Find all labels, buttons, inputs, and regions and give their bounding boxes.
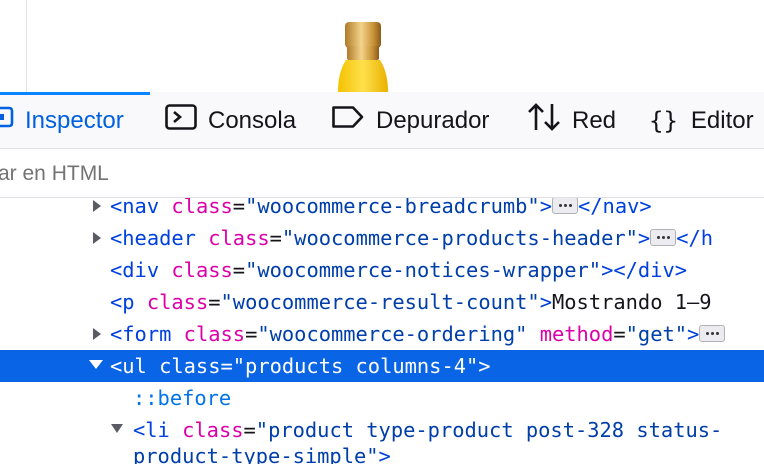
attr-value: "woocommerce-result-count" (220, 290, 540, 314)
tab-label: Editor (690, 106, 754, 134)
attr-name: class (182, 418, 244, 442)
collapsed-content-button[interactable] (650, 228, 677, 246)
selected-tab-indicator (0, 92, 150, 95)
tag-close: > (687, 322, 700, 346)
attr-eq: = (243, 418, 256, 442)
end-tag: </nav> (578, 198, 652, 218)
collapse-arrow-icon[interactable] (88, 350, 103, 382)
tag-open: < (110, 198, 123, 218)
tree-node-form[interactable]: <form class="woocommerce-ordering" metho… (0, 318, 764, 350)
tag-close: > (539, 290, 552, 314)
attr-value: "get" (625, 322, 688, 346)
tag-open: < (110, 322, 123, 346)
tab-label: Depurador (376, 106, 490, 134)
markup-tree: <nav class="woocommerce-breadcrumb"> </na… (0, 198, 764, 464)
tag-name: p (122, 290, 135, 314)
attr-value: "woocommerce-ordering" (257, 322, 528, 346)
attr-name: class (171, 258, 233, 282)
tab-red[interactable]: Red (527, 92, 616, 149)
tag-name: li (145, 418, 170, 442)
text-content: Mostrando 1–9 (551, 290, 712, 314)
tag-name: form (122, 322, 172, 346)
page-divider (26, 0, 27, 92)
tag-close: > (539, 198, 552, 218)
pseudo-element: ::before (133, 386, 232, 410)
attr-value: product-type-simple" (133, 444, 379, 464)
end-tag: </h (676, 226, 714, 250)
node-markup: <ul class="products columns-4"> (110, 354, 491, 378)
attr-eq: = (232, 258, 246, 282)
expand-arrow-icon[interactable] (92, 222, 106, 254)
attr-value: "product type-product post-328 status- (255, 418, 723, 442)
attr-eq: = (613, 322, 626, 346)
tree-node-nav[interactable]: <nav class="woocommerce-breadcrumb"> </na… (0, 198, 764, 222)
devtools-toolbar: Inspector Consola Depurador Red {} Edito… (0, 92, 764, 149)
tree-node-p[interactable]: <p class="woocommerce-result-count">Most… (0, 286, 764, 318)
tag-open: < (110, 290, 123, 314)
tag-open: < (110, 226, 123, 250)
attr-name: class (171, 198, 233, 218)
tree-node-header[interactable]: <header class="woocommerce-products-head… (0, 222, 764, 254)
tab-label: Inspector (25, 106, 124, 134)
network-icon (527, 102, 561, 139)
attr-name: class (208, 226, 270, 250)
tree-node-div[interactable]: <div class="woocommerce-notices-wrapper"… (0, 254, 764, 286)
style-editor-icon: {} (649, 106, 678, 135)
attr-eq: = (232, 198, 246, 218)
attr-eq: = (269, 226, 282, 250)
attr-eq: = (245, 322, 258, 346)
tree-node-ul-selected[interactable]: <ul class="products columns-4"> (0, 350, 764, 382)
attr-eq: = (208, 290, 221, 314)
tab-inspector[interactable]: Inspector (0, 92, 124, 149)
inspector-icon (0, 105, 14, 136)
attr-value: "woocommerce-breadcrumb" (245, 198, 540, 218)
tab-consola[interactable]: Consola (165, 92, 296, 149)
attr-name: class (146, 290, 209, 314)
tab-depurador[interactable]: Depurador (331, 92, 489, 149)
console-icon (165, 104, 197, 137)
tag-close: > (601, 258, 614, 282)
collapsed-content-button[interactable] (699, 324, 726, 342)
search-html-input[interactable] (0, 160, 698, 188)
expand-arrow-icon[interactable] (92, 318, 106, 350)
page-preview (0, 0, 764, 92)
product-bottle-image (338, 22, 388, 92)
tree-node-li-continued: product-type-simple"> (0, 440, 764, 464)
attr-name: method (539, 322, 614, 346)
debugger-icon (331, 105, 365, 136)
collapsed-content-button[interactable] (552, 198, 578, 214)
tag-name: div (122, 258, 160, 282)
tag-open: < (133, 418, 146, 442)
tab-label: Consola (208, 106, 297, 134)
tab-editor[interactable]: {} Editor (649, 92, 754, 149)
tree-node-pseudo-before[interactable]: ::before (0, 382, 764, 414)
tag-close: > (637, 226, 651, 250)
attr-value: "woocommerce-products-header" (281, 226, 638, 250)
tab-label: Red (572, 106, 617, 134)
markup-search-bar (0, 150, 764, 198)
tag-open: < (110, 258, 123, 282)
end-tag: </div> (613, 258, 688, 282)
attr-value: "woocommerce-notices-wrapper" (245, 258, 602, 282)
attr-name: class (183, 322, 246, 346)
tag-name: header (122, 226, 196, 250)
tag-name: nav (122, 198, 160, 218)
tag-close: > (378, 444, 391, 464)
expand-arrow-icon[interactable] (92, 198, 106, 222)
